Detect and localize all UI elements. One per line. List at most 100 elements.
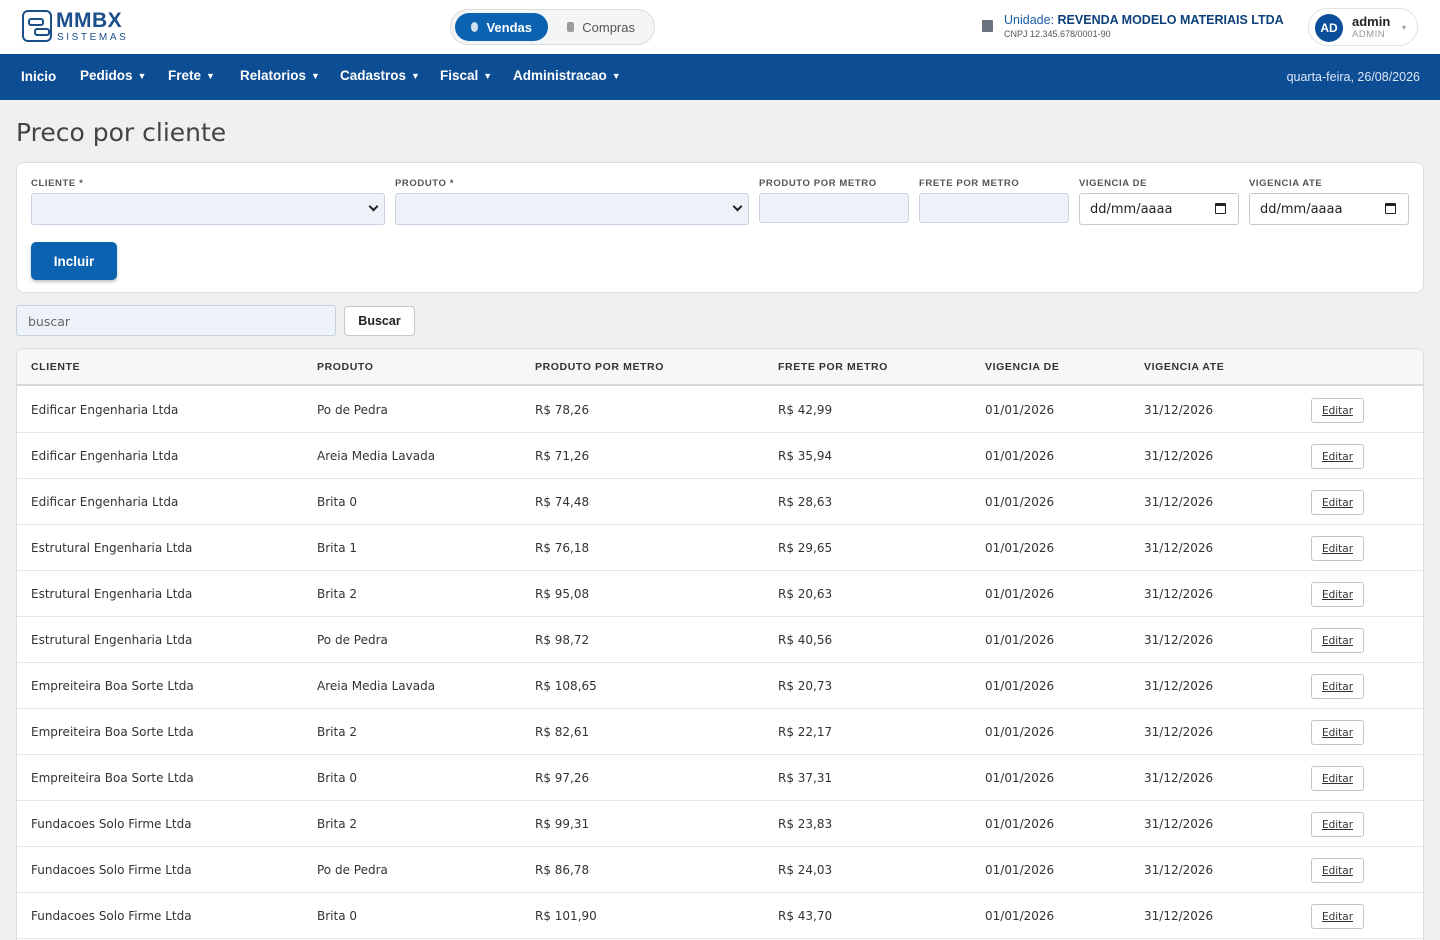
unit-label: Unidade: — [1004, 13, 1055, 27]
cell-vigencia-de: 01/01/2026 — [985, 587, 1055, 601]
logo[interactable]: MMBX SISTEMAS — [22, 9, 132, 44]
column-header-vigencia-ate[interactable]: VIGENCIA ATE — [1144, 361, 1224, 373]
cell-frete-metro: R$ 43,70 — [778, 909, 833, 923]
frete-metro-input[interactable] — [919, 193, 1069, 223]
cell-frete-metro: R$ 35,94 — [778, 449, 833, 463]
table-row: Fundacoes Solo Firme Ltda Brita 0 R$ 101,9… — [17, 893, 1423, 939]
cliente-label: CLIENTE * — [31, 178, 84, 189]
page-title: Preco por cliente — [16, 118, 227, 147]
cell-produto: Brita 0 — [317, 495, 358, 509]
cell-produto-metro: R$ 71,26 — [535, 449, 590, 463]
cliente-select[interactable] — [31, 193, 385, 225]
date-placeholder: dd/mm/aaaa — [1260, 202, 1343, 217]
cell-vigencia-ate: 31/12/2026 — [1144, 633, 1214, 647]
mode-vendas-button[interactable]: Vendas — [455, 13, 548, 41]
caret-down-icon: ▼ — [137, 71, 147, 81]
cell-cliente: Fundacoes Solo Firme Ltda — [31, 817, 192, 831]
column-header-frete-metro[interactable]: FRETE POR METRO — [778, 361, 888, 373]
cell-vigencia-ate: 31/12/2026 — [1144, 587, 1214, 601]
unit-cnpj: CNPJ 12.345.678/0001-90 — [1004, 29, 1111, 39]
frete-metro-label: FRETE POR METRO — [919, 178, 1020, 189]
column-header-produto[interactable]: PRODUTO — [317, 361, 374, 373]
logo-subtitle: SISTEMAS — [57, 32, 129, 43]
produto-select[interactable] — [395, 193, 749, 225]
chevron-down-icon: ▾ — [1402, 23, 1407, 32]
cell-produto-metro: R$ 101,90 — [535, 909, 597, 923]
editar-button[interactable]: Editar — [1311, 490, 1364, 515]
cell-produto-metro: R$ 95,08 — [535, 587, 590, 601]
cell-vigencia-ate: 31/12/2026 — [1144, 495, 1214, 509]
nav-item-administracao[interactable]: Administracao ▼ — [513, 68, 621, 83]
table-row: Empreiteira Boa Sorte Ltda Areia Media La… — [17, 663, 1423, 709]
search-input[interactable]: buscar — [16, 305, 336, 336]
nav-item-cadastros[interactable]: Cadastros ▼ — [340, 68, 420, 83]
vigencia-ate-input[interactable]: dd/mm/aaaa — [1249, 193, 1409, 225]
nav-item-label: Fiscal — [440, 68, 479, 83]
nav-item-pedidos[interactable]: Pedidos ▼ — [80, 68, 146, 83]
cell-cliente: Edificar Engenharia Ltda — [31, 495, 179, 509]
cell-frete-metro: R$ 20,73 — [778, 679, 833, 693]
caret-down-icon: ▼ — [411, 71, 420, 81]
cell-cliente: Empreiteira Boa Sorte Ltda — [31, 679, 194, 693]
editar-button[interactable]: Editar — [1311, 536, 1364, 561]
user-menu[interactable]: AD admin ADMIN ▾ — [1308, 8, 1418, 46]
table-header: CLIENTE PRODUTO PRODUTO POR METRO FRETE … — [17, 349, 1423, 386]
nav-item-label: Cadastros — [340, 68, 407, 83]
editar-button[interactable]: Editar — [1311, 398, 1364, 423]
cell-frete-metro: R$ 29,65 — [778, 541, 833, 555]
produto-label: PRODUTO * — [395, 178, 455, 189]
cell-produto: Brita 2 — [317, 725, 358, 739]
cell-vigencia-de: 01/01/2026 — [985, 725, 1055, 739]
cell-vigencia-de: 01/01/2026 — [985, 633, 1055, 647]
date-placeholder: dd/mm/aaaa — [1090, 202, 1173, 217]
caret-down-icon: ▼ — [311, 71, 320, 81]
cell-vigencia-de: 01/01/2026 — [985, 909, 1055, 923]
editar-button[interactable]: Editar — [1311, 628, 1364, 653]
cell-cliente: Fundacoes Solo Firme Ltda — [31, 909, 192, 923]
editar-button[interactable]: Editar — [1311, 766, 1364, 791]
caret-down-icon: ▼ — [206, 71, 215, 81]
mode-compras-button[interactable]: Compras — [551, 13, 651, 41]
table-row: Empreiteira Boa Sorte Ltda Brita 0 R$ 97,2… — [17, 755, 1423, 801]
editar-button[interactable]: Editar — [1311, 858, 1364, 883]
cell-produto-metro: R$ 78,26 — [535, 403, 590, 417]
vigencia-ate-label: VIGENCIA ATE — [1249, 178, 1323, 189]
editar-button[interactable]: Editar — [1311, 720, 1364, 745]
cell-produto: Brita 2 — [317, 817, 358, 831]
editar-button[interactable]: Editar — [1311, 444, 1364, 469]
cell-vigencia-de: 01/01/2026 — [985, 403, 1055, 417]
cell-cliente: Fundacoes Solo Firme Ltda — [31, 863, 192, 877]
cell-vigencia-ate: 31/12/2026 — [1144, 449, 1214, 463]
calendar-icon[interactable] — [1215, 203, 1226, 214]
table-row: Fundacoes Solo Firme Ltda Brita 2 R$ 99,31… — [17, 801, 1423, 847]
cell-produto: Areia Media Lavada — [317, 449, 436, 463]
cell-frete-metro: R$ 23,83 — [778, 817, 833, 831]
logo-mark-icon — [22, 10, 52, 42]
nav-item-inicio[interactable]: Inicio — [21, 69, 56, 84]
calendar-icon[interactable] — [1385, 203, 1396, 214]
buscar-button[interactable]: Buscar — [344, 306, 415, 336]
logo-name: MMBX — [56, 9, 123, 32]
caret-down-icon: ▼ — [483, 71, 493, 81]
nav-item-fiscal[interactable]: Fiscal ▼ — [440, 68, 492, 83]
editar-button[interactable]: Editar — [1311, 812, 1364, 837]
incluir-button[interactable]: Incluir — [31, 242, 117, 280]
produto-metro-input[interactable] — [759, 193, 909, 223]
cell-frete-metro: R$ 22,17 — [778, 725, 833, 739]
cell-vigencia-ate: 31/12/2026 — [1144, 771, 1214, 785]
table-row: Edificar Engenharia Ltda Brita 0 R$ 74,48 R… — [17, 479, 1423, 525]
column-header-produto-metro[interactable]: PRODUTO POR METRO — [535, 361, 664, 373]
editar-button[interactable]: Editar — [1311, 582, 1364, 607]
column-header-cliente[interactable]: CLIENTE — [31, 361, 80, 373]
cell-frete-metro: R$ 28,63 — [778, 495, 833, 509]
cell-vigencia-de: 01/01/2026 — [985, 863, 1055, 877]
column-header-vigencia-de[interactable]: VIGENCIA DE — [985, 361, 1059, 373]
vigencia-de-input[interactable]: dd/mm/aaaa — [1079, 193, 1239, 225]
nav-item-relatorios[interactable]: Relatorios ▼ — [240, 68, 320, 83]
nav-item-frete[interactable]: Frete ▼ — [168, 68, 215, 83]
price-form-card: CLIENTE * PRODUTO * PRODUTO POR METRO FR… — [16, 162, 1424, 293]
cell-vigencia-ate: 31/12/2026 — [1144, 541, 1214, 555]
editar-button[interactable]: Editar — [1311, 904, 1364, 929]
table-row: Edificar Engenharia Ltda Po de Pedra R$ 78… — [17, 387, 1423, 433]
editar-button[interactable]: Editar — [1311, 674, 1364, 699]
